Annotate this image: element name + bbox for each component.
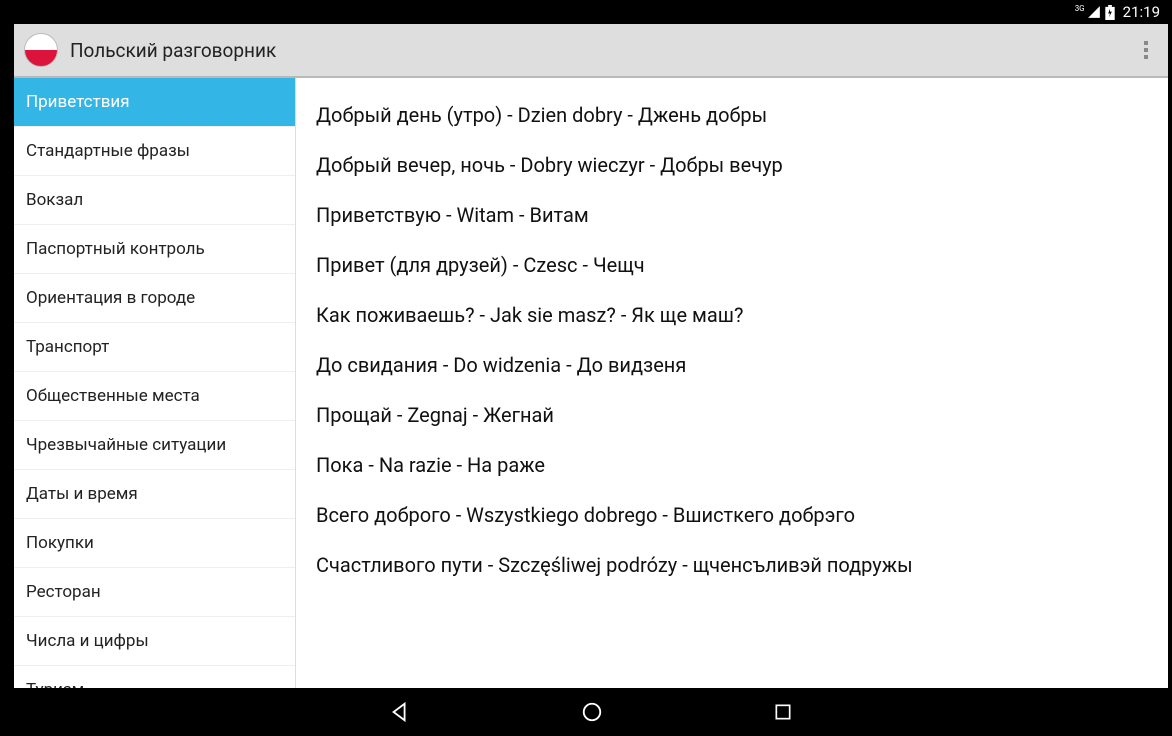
sidebar-item-label: Приветствия (26, 92, 130, 112)
phrase-item[interactable]: Добрый вечер, ночь - Dobry wieczyr - Доб… (316, 140, 1148, 190)
sidebar-item-label: Стандартные фразы (26, 141, 190, 161)
sidebar-item[interactable]: Числа и цифры (14, 617, 295, 666)
sidebar-item[interactable]: Вокзал (14, 176, 295, 225)
sidebar-item-label: Туризм (26, 680, 84, 688)
clock: 21:19 (1123, 3, 1160, 21)
poland-flag-icon (24, 33, 58, 67)
app-title: Польский разговорник (70, 39, 1134, 62)
sidebar-item[interactable]: Ориентация в городе (14, 274, 295, 323)
sidebar-item-label: Даты и время (26, 484, 138, 504)
sidebar-item-label: Вокзал (26, 190, 83, 210)
sidebar-item-label: Общественные места (26, 386, 200, 406)
phrase-item[interactable]: Прощай - Zegnaj - Жегнай (316, 390, 1148, 440)
sidebar-item-label: Ориентация в городе (26, 288, 195, 308)
network-label: 3G (1075, 5, 1085, 13)
body-area: Приветствия Стандартные фразы Вокзал Паспор… (14, 78, 1168, 688)
phrase-item[interactable]: Привет (для друзей) - Czesc - Чещч (316, 240, 1148, 290)
back-button[interactable] (369, 693, 431, 731)
battery-icon (1105, 5, 1115, 20)
home-button[interactable] (561, 693, 623, 731)
sidebar-item[interactable]: Покупки (14, 519, 295, 568)
status-bar: 3G 21:19 (14, 0, 1168, 24)
app-content: Польский разговорник Приветствия Стандарт… (14, 24, 1168, 688)
sidebar-item-label: Паспортный контроль (26, 239, 205, 259)
sidebar-item-label: Чрезвычайные ситуации (26, 435, 226, 455)
sidebar-item[interactable]: Стандартные фразы (14, 127, 295, 176)
phrase-item[interactable]: До свидания - Do widzenia - До видзеня (316, 340, 1148, 390)
sidebar-item[interactable]: Транспорт (14, 323, 295, 372)
overflow-menu-icon[interactable] (1134, 30, 1158, 70)
phrase-item[interactable]: Всего доброго - Wszystkiego dobrego - Вш… (316, 490, 1148, 540)
sidebar-item[interactable]: Даты и время (14, 470, 295, 519)
sidebar-item-label: Транспорт (26, 337, 109, 357)
sidebar-item[interactable]: Приветствия (14, 78, 295, 127)
recent-apps-button[interactable] (753, 694, 813, 730)
navigation-bar (14, 688, 1168, 736)
sidebar-item[interactable]: Ресторан (14, 568, 295, 617)
bezel-right (1168, 0, 1172, 736)
bezel-left (0, 0, 14, 736)
sidebar-item[interactable]: Чрезвычайные ситуации (14, 421, 295, 470)
sidebar-item[interactable]: Общественные места (14, 372, 295, 421)
sidebar-item-label: Числа и цифры (26, 631, 149, 651)
sidebar-item-label: Ресторан (26, 582, 101, 602)
phrase-item[interactable]: Счастливого пути - Szczęśliwej podrózy -… (316, 540, 1148, 590)
phrase-item[interactable]: Приветствую - Witam - Витам (316, 190, 1148, 240)
signal-icon (1087, 5, 1101, 19)
phrase-list[interactable]: Добрый день (утро) - Dzien dobry - Джень… (296, 78, 1168, 688)
sidebar-item-label: Покупки (26, 533, 94, 553)
device-frame: 3G 21:19 Польский разговорник Приветстви… (0, 0, 1172, 736)
sidebar[interactable]: Приветствия Стандартные фразы Вокзал Паспор… (14, 78, 296, 688)
phrase-item[interactable]: Пока - Na razie - На раже (316, 440, 1148, 490)
sidebar-item[interactable]: Паспортный контроль (14, 225, 295, 274)
phrase-item[interactable]: Добрый день (утро) - Dzien dobry - Джень… (316, 90, 1148, 140)
phrase-item[interactable]: Как поживаешь? - Jak sie masz? - Як ще м… (316, 290, 1148, 340)
action-bar: Польский разговорник (14, 24, 1168, 78)
sidebar-item[interactable]: Туризм (14, 666, 295, 688)
